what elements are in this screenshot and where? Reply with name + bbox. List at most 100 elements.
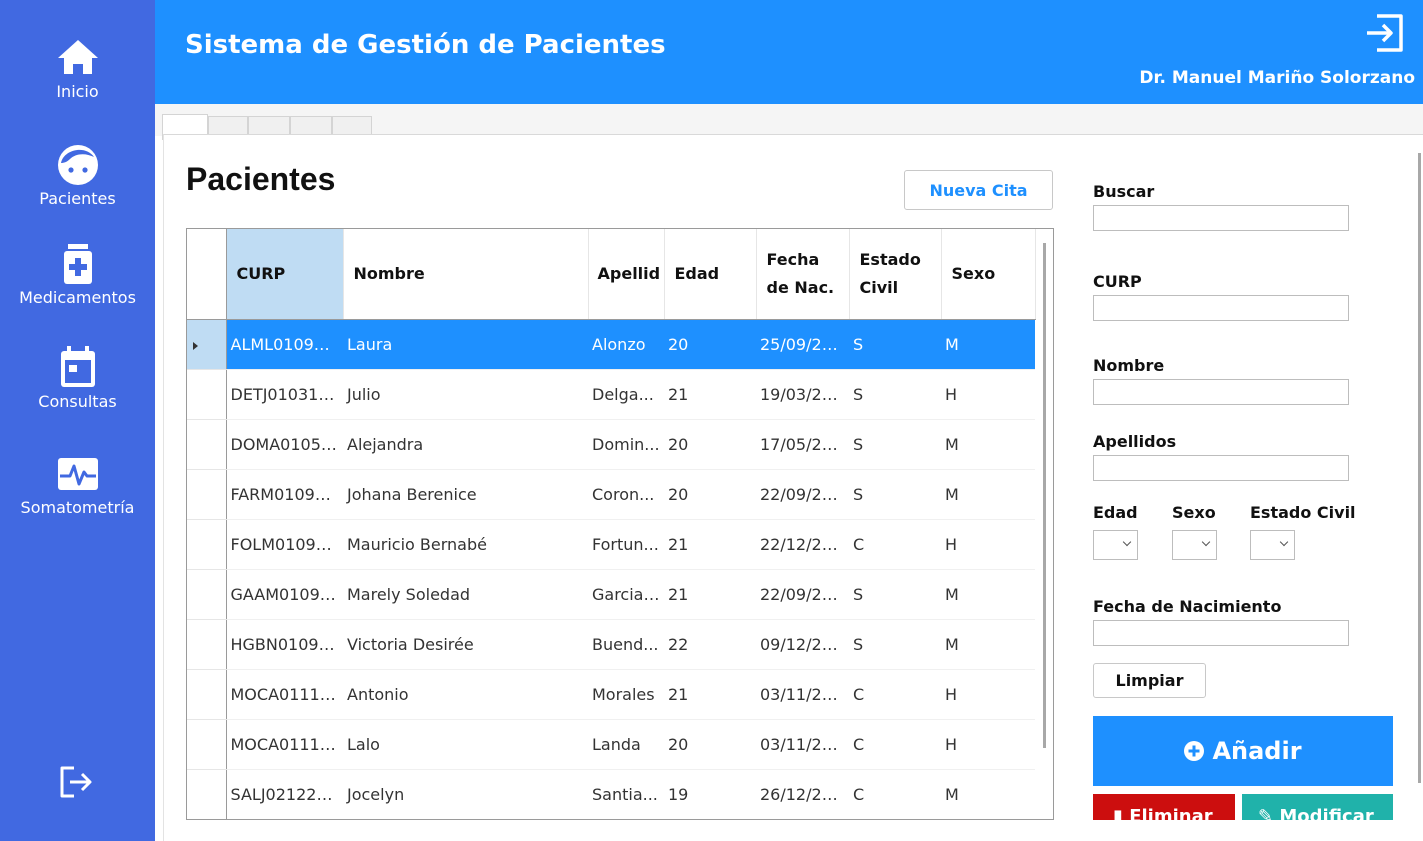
cell-sexo[interactable]: M [941, 769, 1035, 819]
cell-sexo[interactable]: H [941, 719, 1035, 770]
cell-apellidos[interactable]: Landa [588, 719, 664, 770]
cell-apellidos[interactable]: Fortun... [588, 519, 664, 570]
cell-curp[interactable]: DOMA01051... [226, 419, 343, 470]
edad-select[interactable] [1093, 530, 1138, 560]
grid-scrollbar[interactable] [1043, 243, 1046, 748]
logout-icon[interactable] [56, 764, 96, 800]
cell-sexo[interactable]: H [941, 669, 1035, 720]
cell-apellidos[interactable]: Santia... [588, 769, 664, 819]
cell-nombre[interactable]: Julio [343, 369, 588, 420]
apellidos-field[interactable] [1093, 455, 1349, 481]
table-row[interactable]: MOCA01110... Antonio Morales 21 03/11/2001 C H [187, 669, 1035, 720]
cell-estado-civil[interactable]: C [849, 669, 941, 720]
cell-estado-civil[interactable]: S [849, 469, 941, 520]
cell-estado-civil[interactable]: C [849, 719, 941, 770]
delete-button[interactable]: ▮ Eliminar [1093, 794, 1235, 820]
cell-nombre[interactable]: Antonio [343, 669, 588, 720]
cell-sexo[interactable]: M [941, 469, 1035, 520]
cell-fecha-nac[interactable]: 09/12/20... [756, 619, 849, 670]
row-header[interactable] [187, 669, 227, 720]
sidebar-item-medicamentos[interactable]: Medicamentos [0, 242, 155, 307]
cell-edad[interactable]: 19 [664, 769, 756, 819]
patients-grid[interactable]: CURP Nombre Apellid Edad Fecha de Nac. E… [186, 228, 1054, 820]
panel-scrollbar[interactable] [1418, 153, 1421, 783]
cell-edad[interactable]: 21 [664, 569, 756, 620]
clear-button[interactable]: Limpiar [1093, 663, 1206, 698]
column-header-apellidos[interactable]: Apellid [588, 229, 665, 320]
exit-icon[interactable] [1363, 12, 1405, 54]
estado-civil-select[interactable] [1250, 530, 1295, 560]
table-row[interactable]: MOCA01110... Lalo Landa 20 03/11/2001 C H [187, 719, 1035, 770]
column-header-edad[interactable]: Edad [664, 229, 757, 320]
cell-sexo[interactable]: M [941, 619, 1035, 670]
column-header-estado-civil[interactable]: Estado Civil [849, 229, 942, 320]
cell-edad[interactable]: 21 [664, 519, 756, 570]
edit-button[interactable]: ✎ Modificar [1242, 794, 1393, 820]
cell-apellidos[interactable]: Coron... [588, 469, 664, 520]
cell-curp[interactable]: DETJ010319... [226, 369, 343, 420]
table-row[interactable]: FARM01092... Johana Berenice Coron... 20 22/… [187, 469, 1035, 520]
cell-nombre[interactable]: Marely Soledad [343, 569, 588, 620]
sidebar-item-consultas[interactable]: Consultas [0, 346, 155, 411]
cell-estado-civil[interactable]: C [849, 519, 941, 570]
cell-edad[interactable]: 20 [664, 319, 756, 370]
column-header-nombre[interactable]: Nombre [343, 229, 589, 320]
cell-fecha-nac[interactable]: 03/11/2001 [756, 719, 849, 770]
cell-fecha-nac[interactable]: 25/09/20... [756, 319, 849, 370]
cell-apellidos[interactable]: Morales [588, 669, 664, 720]
cell-estado-civil[interactable]: S [849, 619, 941, 670]
cell-curp[interactable]: MOCA01110... [226, 669, 343, 720]
sidebar-item-somatometria[interactable]: Somatometría [0, 452, 155, 517]
cell-estado-civil[interactable]: S [849, 419, 941, 470]
cell-nombre[interactable]: Laura [343, 319, 588, 370]
cell-fecha-nac[interactable]: 19/03/2001 [756, 369, 849, 420]
column-header-sexo[interactable]: Sexo [941, 229, 1036, 320]
sidebar-item-pacientes[interactable]: Pacientes [0, 143, 155, 208]
cell-edad[interactable]: 21 [664, 369, 756, 420]
cell-apellidos[interactable]: Garcia ... [588, 569, 664, 620]
cell-nombre[interactable]: Johana Berenice [343, 469, 588, 520]
table-row[interactable]: FOLM01092... Mauricio Bernabé Fortun... 21 2… [187, 519, 1035, 570]
sidebar-item-inicio[interactable]: Inicio [0, 36, 155, 101]
table-row[interactable]: HGBN01092... Victoria Desirée Buend... 22 09… [187, 619, 1035, 670]
row-header[interactable] [187, 319, 227, 370]
row-header[interactable] [187, 419, 227, 470]
fecha-nacimiento-field[interactable] [1093, 620, 1349, 646]
add-button[interactable]: Añadir [1093, 716, 1393, 786]
table-row[interactable]: GAAM01092... Marely Soledad Garcia ... 21 22… [187, 569, 1035, 620]
cell-sexo[interactable]: M [941, 419, 1035, 470]
row-header[interactable] [187, 769, 227, 819]
row-header[interactable] [187, 469, 227, 520]
cell-nombre[interactable]: Mauricio Bernabé [343, 519, 588, 570]
row-header[interactable] [187, 569, 227, 620]
table-row[interactable]: ALML01092... Laura Alonzo 20 25/09/20... S M [187, 319, 1035, 370]
cell-curp[interactable]: FOLM01092... [226, 519, 343, 570]
cell-sexo[interactable]: H [941, 369, 1035, 420]
column-header-fecha-nac[interactable]: Fecha de Nac. [756, 229, 850, 320]
table-row[interactable]: DETJ010319... Julio Delga... 21 19/03/2001 S H [187, 369, 1035, 420]
cell-curp[interactable]: ALML01092... [226, 319, 343, 370]
cell-edad[interactable]: 20 [664, 419, 756, 470]
table-row[interactable]: SALJ021226... Jocelyn Santia... 19 26/12/20.… [187, 769, 1035, 819]
search-input[interactable] [1093, 205, 1349, 231]
cell-fecha-nac[interactable]: 22/12/2001 [756, 519, 849, 570]
cell-estado-civil[interactable]: C [849, 769, 941, 819]
cell-estado-civil[interactable]: S [849, 569, 941, 620]
cell-edad[interactable]: 21 [664, 669, 756, 720]
nombre-field[interactable] [1093, 379, 1349, 405]
row-header[interactable] [187, 519, 227, 570]
cell-curp[interactable]: SALJ021226... [226, 769, 343, 819]
new-appointment-button[interactable]: Nueva Cita [904, 170, 1053, 210]
cell-fecha-nac[interactable]: 17/05/2001 [756, 419, 849, 470]
cell-edad[interactable]: 20 [664, 719, 756, 770]
curp-field[interactable] [1093, 295, 1349, 321]
cell-nombre[interactable]: Lalo [343, 719, 588, 770]
sexo-select[interactable] [1172, 530, 1217, 560]
cell-apellidos[interactable]: Delga... [588, 369, 664, 420]
cell-curp[interactable]: HGBN01092... [226, 619, 343, 670]
cell-nombre[interactable]: Alejandra [343, 419, 588, 470]
row-header[interactable] [187, 719, 227, 770]
cell-fecha-nac[interactable]: 22/09/20... [756, 569, 849, 620]
cell-edad[interactable]: 22 [664, 619, 756, 670]
cell-sexo[interactable]: M [941, 319, 1035, 370]
